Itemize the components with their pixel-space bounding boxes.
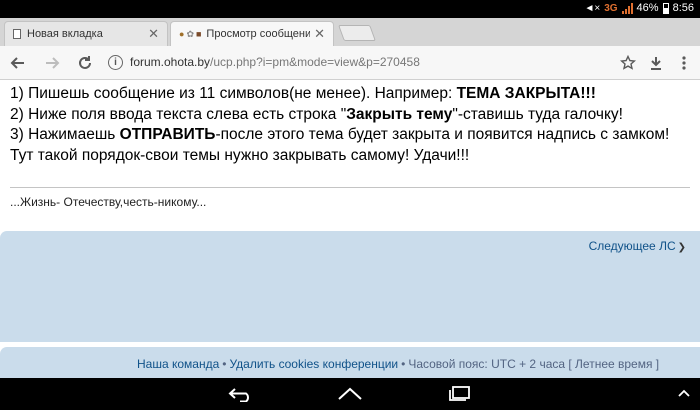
chevron-up-icon[interactable]: [678, 386, 690, 398]
network-type: 3G: [604, 2, 618, 14]
new-tab-button[interactable]: [338, 25, 376, 41]
nav-recents-button[interactable]: [447, 385, 473, 403]
reload-icon: [79, 56, 91, 69]
star-icon: [620, 55, 636, 70]
team-link[interactable]: Наша команда: [137, 357, 219, 371]
navigation-panel: Следующее ЛС ❯: [0, 231, 700, 342]
submit-label: ОТПРАВИТЬ: [119, 126, 216, 143]
page-content: 1) Пишешь сообщение из 11 символов(не ме…: [0, 80, 700, 378]
mute-icon: ◄×: [584, 2, 601, 14]
back-button[interactable]: [7, 52, 29, 74]
closed-topic-example: ТЕМА ЗАКРЫТА!!!: [456, 85, 596, 102]
message-line-4: Тут такой порядок-свои темы нужно закрыв…: [10, 146, 470, 164]
tab-title: Просмотр сообщения: [206, 28, 311, 40]
next-message-label: Следующее ЛС: [588, 239, 676, 253]
delete-cookies-link[interactable]: Удалить cookies конференции: [229, 357, 398, 371]
forward-button[interactable]: [41, 52, 63, 74]
url-path: /ucp.php?i=pm&mode=view&p=270458: [210, 55, 420, 69]
navigation-bar: [0, 378, 700, 410]
menu-button[interactable]: [673, 52, 695, 74]
bookmark-button[interactable]: [617, 52, 639, 74]
nav-back-button[interactable]: [228, 385, 254, 403]
recents-icon: [449, 386, 470, 401]
message-line-3: 3) Нажимаешь ОТПРАВИТЬ-после этого тема …: [10, 126, 670, 143]
status-bar: ◄× 3G 46% 8:56: [0, 0, 700, 18]
footer-links: Наша команда • Удалить cookies конференции…: [137, 357, 659, 371]
url-domain: forum.ohota.by: [130, 55, 211, 69]
download-icon: [651, 57, 661, 70]
tab-view-message[interactable]: ● ✿ ■ Просмотр сообщения ✕: [170, 21, 334, 46]
chevron-right-icon: ❯: [677, 242, 686, 253]
arrow-left-icon: [10, 57, 24, 69]
message-body: 1) Пишешь сообщение из 11 символов(не ме…: [10, 84, 700, 166]
favicon-animals-icon: ● ✿ ■: [179, 28, 202, 39]
tab-strip: Новая вкладка ✕ ● ✿ ■ Просмотр сообщения ✕: [0, 18, 700, 46]
info-icon[interactable]: i: [108, 55, 123, 70]
page-icon: [13, 29, 21, 39]
footer-separator: •: [222, 357, 227, 371]
reload-button[interactable]: [74, 52, 96, 74]
battery-percent: 46%: [636, 2, 659, 14]
battery-icon: [662, 2, 669, 14]
close-icon[interactable]: ✕: [314, 26, 325, 42]
more-vertical-icon: [682, 56, 686, 70]
next-message-link[interactable]: Следующее ЛС ❯: [589, 239, 686, 253]
message-line-2: 2) Ниже поля ввода текста слева есть стр…: [10, 105, 623, 123]
message-line-1: 1) Пишешь сообщение из 11 символов(не ме…: [10, 85, 596, 102]
arrow-right-icon: [46, 57, 60, 69]
back-icon: [228, 388, 249, 402]
signature-divider: [10, 187, 690, 188]
signal-icon: [621, 2, 633, 14]
nav-home-button[interactable]: [337, 385, 363, 403]
footer-separator: •: [401, 357, 406, 371]
home-icon: [338, 387, 362, 400]
tab-new-tab[interactable]: Новая вкладка ✕: [4, 21, 168, 46]
close-topic-option: Закрыть тему: [346, 105, 453, 123]
close-icon[interactable]: ✕: [148, 26, 159, 42]
tab-title: Новая вкладка: [27, 28, 103, 40]
download-button[interactable]: [645, 52, 667, 74]
status-indicators: ◄× 3G 46% 8:56: [584, 2, 694, 14]
browser-toolbar: i forum.ohota.by/ucp.php?i=pm&mode=view&…: [0, 46, 700, 80]
footer-panel: Наша команда • Удалить cookies конференции…: [0, 347, 700, 378]
url-bar[interactable]: forum.ohota.by/ucp.php?i=pm&mode=view&p=…: [130, 55, 420, 69]
signature: ...Жизнь- Отечеству,честь-никому...: [10, 195, 207, 209]
timezone-text: Часовой пояс: UTC + 2 часа [ Летнее врем…: [408, 357, 660, 371]
clock: 8:56: [672, 2, 694, 14]
